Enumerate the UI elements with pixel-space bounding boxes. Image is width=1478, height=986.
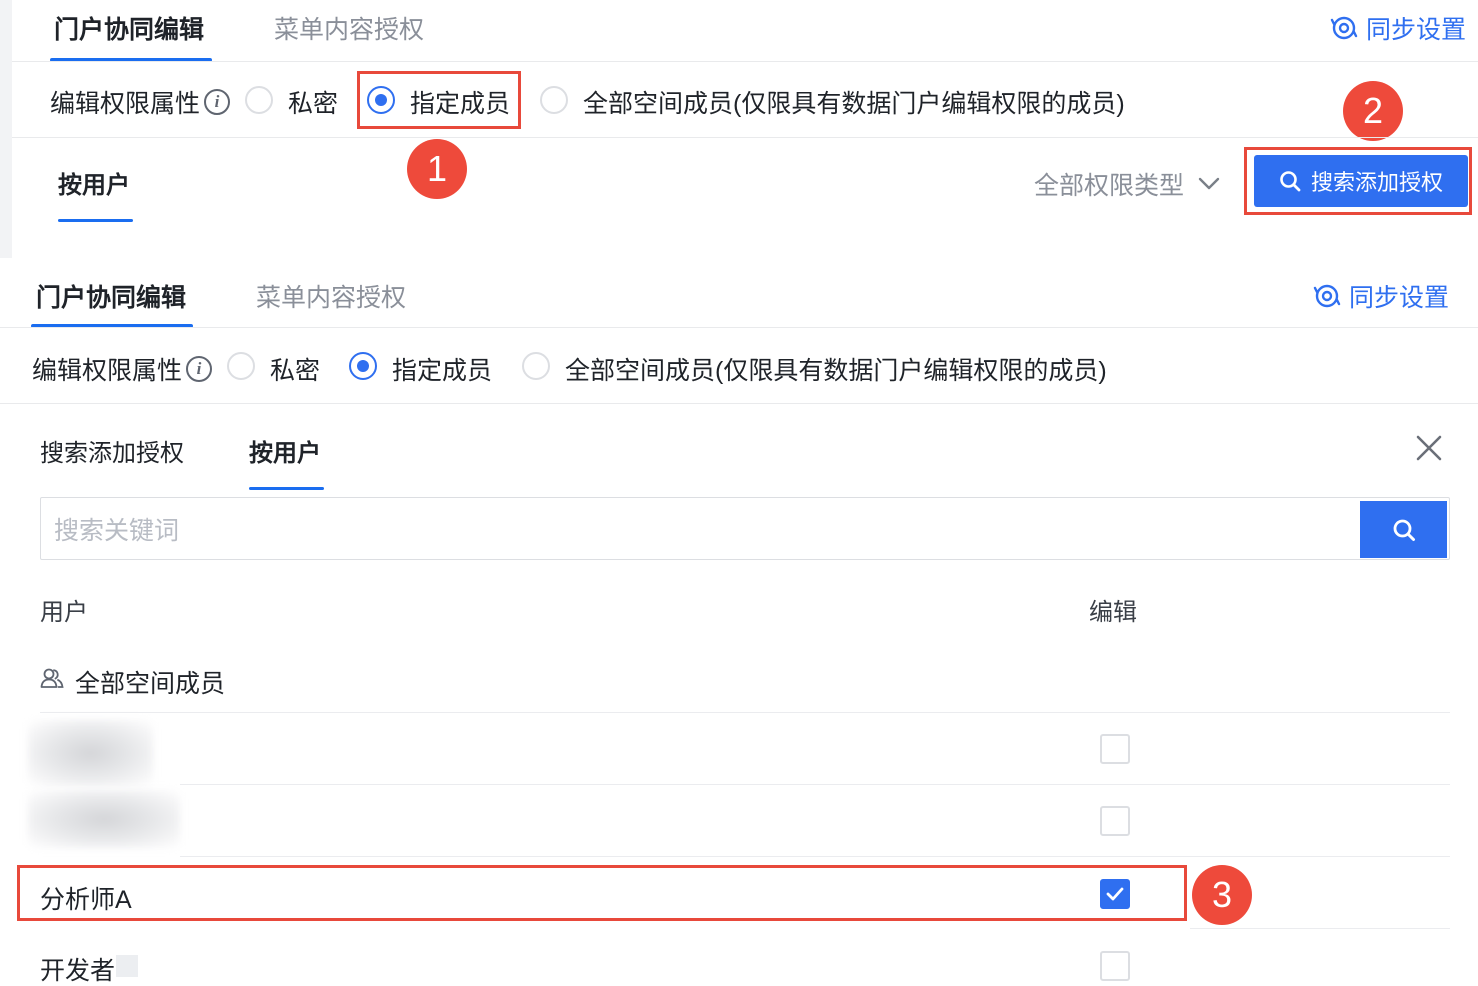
annotation-box-2 — [1244, 147, 1472, 215]
permission-divider-2 — [0, 403, 1478, 404]
radio-all-members-label-2: 全部空间成员(仅限具有数据门户编辑权限的成员) — [565, 357, 1107, 385]
radio-all-members-2[interactable] — [522, 352, 550, 380]
search-icon — [1393, 519, 1415, 541]
drawer-tab-by-user[interactable]: 按用户 — [249, 433, 321, 468]
tab-portal-collab-edit-2[interactable]: 门户协同编辑 — [36, 278, 186, 314]
edit-checkbox-row-2[interactable] — [1100, 806, 1130, 836]
radio-all-members[interactable] — [540, 86, 568, 114]
row-divider — [180, 856, 1450, 857]
left-gutter — [0, 0, 12, 258]
search-placeholder: 搜索关键词 — [54, 516, 180, 545]
row-divider — [40, 712, 1450, 713]
annotation-badge-2: 2 — [1343, 81, 1403, 141]
sync-icon — [1313, 284, 1341, 308]
tab-menu-content-auth[interactable]: 菜单内容授权 — [274, 10, 424, 46]
subtab-indicator — [58, 219, 133, 222]
header-divider-2 — [0, 327, 1478, 328]
permission-label-2: 编辑权限属性 — [32, 357, 183, 385]
radio-specified-members-2[interactable] — [349, 352, 377, 380]
tab-portal-collab-edit[interactable]: 门户协同编辑 — [54, 10, 204, 46]
radio-private-label: 私密 — [288, 90, 339, 118]
bottom-screenshot-panel: 门户协同编辑 菜单内容授权 同步设置 编辑权限属性 i 私密 指定成员 全部空间… — [0, 258, 1478, 986]
edit-checkbox-row-4[interactable] — [1100, 951, 1130, 981]
annotation-box-3 — [17, 865, 1187, 921]
group-row-all-members: 全部空间成员 — [75, 670, 226, 698]
info-icon[interactable]: i — [186, 356, 213, 382]
sync-icon — [1330, 16, 1358, 40]
row-divider — [180, 784, 1450, 785]
annotation-badge-3: 3 — [1192, 865, 1252, 925]
sync-settings-label: 同步设置 — [1366, 16, 1467, 44]
sync-settings-label-2: 同步设置 — [1349, 284, 1450, 312]
radio-all-members-label: 全部空间成员(仅限具有数据门户编辑权限的成员) — [583, 90, 1125, 118]
header-divider — [12, 61, 1478, 62]
radio-specified-members-label-2: 指定成员 — [392, 357, 493, 385]
search-submit-button[interactable] — [1360, 501, 1447, 558]
search-input[interactable]: 搜索关键词 — [40, 497, 1450, 560]
blurred-user-name — [28, 720, 153, 786]
chevron-down-icon — [1198, 177, 1220, 190]
subtab-by-user[interactable]: 按用户 — [58, 165, 130, 200]
filter-label: 全部权限类型 — [1034, 172, 1185, 200]
info-icon[interactable]: i — [204, 89, 231, 115]
permission-label: 编辑权限属性 — [50, 90, 201, 118]
edit-checkbox-row-1[interactable] — [1100, 734, 1130, 764]
permission-divider — [12, 137, 1478, 138]
sync-settings-link[interactable]: 同步设置 — [1330, 10, 1466, 46]
group-users-icon — [40, 668, 64, 688]
top-screenshot-panel: 门户协同编辑 菜单内容授权 同步设置 编辑权限属性 i 私密 指定成员 全部空间… — [0, 0, 1478, 258]
column-header-edit: 编辑 — [1089, 599, 1137, 626]
sync-settings-link-2[interactable]: 同步设置 — [1313, 278, 1449, 314]
permission-type-filter[interactable]: 全部权限类型 — [1034, 166, 1220, 202]
annotation-badge-1: 1 — [407, 139, 467, 199]
drawer-tab-indicator — [249, 487, 324, 490]
row-divider — [1190, 928, 1450, 929]
drawer-tab-search-add[interactable]: 搜索添加授权 — [40, 433, 184, 468]
radio-private-label-2: 私密 — [270, 357, 321, 385]
redacted-mask — [116, 955, 138, 977]
radio-private-2[interactable] — [227, 352, 255, 380]
tab-menu-content-auth-2[interactable]: 菜单内容授权 — [256, 278, 406, 314]
blurred-user-name — [28, 790, 180, 848]
radio-private[interactable] — [245, 86, 273, 114]
user-row-developer: 开发者 — [40, 957, 116, 985]
permission-label-group-2: 编辑权限属性 i — [32, 351, 213, 387]
column-header-user: 用户 — [40, 599, 88, 626]
close-icon[interactable] — [1415, 434, 1443, 462]
permission-label-group: 编辑权限属性 i — [50, 84, 231, 120]
annotation-box-1 — [357, 71, 521, 129]
